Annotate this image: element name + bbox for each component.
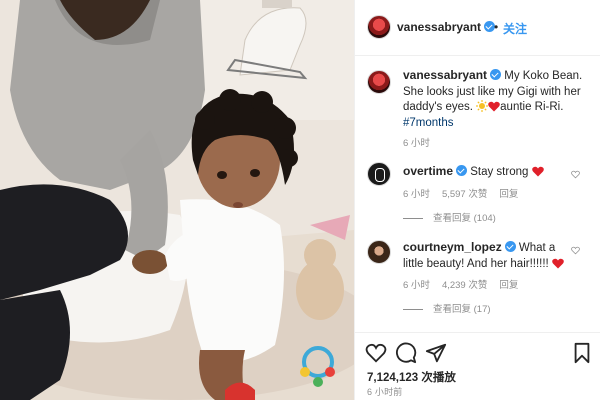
view-replies-label[interactable]: 查看回复 (17) [433,304,491,315]
verified-badge-icon [490,69,502,80]
verified-badge-icon [456,165,468,176]
comment-time: 6 小时 [403,280,430,291]
caption-hashtag[interactable]: #7months [403,117,454,129]
caption-body-2: auntie Ri-Ri. [500,101,564,113]
bookmark-icon[interactable] [571,342,593,364]
reply-button[interactable]: 回复 [499,189,518,200]
commenter-username-text[interactable]: overtime [403,164,453,178]
author-avatar[interactable] [367,15,391,39]
share-icon[interactable] [425,342,447,364]
comment-meta: 6 小时 5,597 次赞 回复 [403,186,530,200]
view-replies-button[interactable]: 查看回复 (104) [403,210,496,224]
comment-meta: 6 小时 4,239 次赞 回复 [403,277,530,291]
caption-avatar[interactable] [367,70,391,94]
author-username[interactable]: vanessabryant [397,20,496,34]
video-frame-illustration [0,0,354,400]
follow-button[interactable]: 关注 [503,20,527,37]
comment-time: 6 小时 [403,189,430,200]
author-username-text[interactable]: vanessabryant [397,20,481,34]
heart-icon[interactable] [365,342,387,364]
post-timestamp: 6 小时前 [367,387,403,397]
reply-button[interactable]: 回复 [499,280,518,291]
comment-likes[interactable]: 5,597 次赞 [442,189,487,200]
caption-username-text[interactable]: vanessabryant [403,68,487,82]
comment-body: Stay strong [467,166,532,178]
comment-like-icon[interactable] [571,246,580,255]
replies-divider [403,308,423,310]
comment-like-icon[interactable] [571,170,580,179]
commenter-avatar[interactable] [367,162,391,186]
header-separator: • [494,20,499,34]
caption-text: vanessabryant My Koko Bean. She looks ju… [403,68,593,131]
commenter-username[interactable]: courtneym_lopez [403,240,516,254]
post-side-panel: vanessabryant • 关注 vanessabryant My Koko… [354,0,600,400]
red-heart-emoji [552,258,564,268]
verified-badge-icon [504,241,516,252]
commenter-username-text[interactable]: courtneym_lopez [403,240,502,254]
commenter-avatar[interactable] [367,240,391,264]
view-replies-button[interactable]: 查看回复 (17) [403,301,491,315]
comment-icon[interactable] [395,342,417,364]
comment-likes[interactable]: 4,239 次赞 [442,280,487,291]
caption-time: 6 小时 [403,138,430,149]
comment-text: courtneym_lopez What a little beauty! An… [403,240,573,272]
replies-divider [403,217,423,219]
red-heart-emoji [488,101,500,112]
sun-emoji [476,100,489,112]
view-replies-label[interactable]: 查看回复 (104) [433,213,496,224]
view-count[interactable]: 7,124,123 次播放 [367,369,456,385]
post-header: vanessabryant • 关注 [355,0,600,56]
commenter-username[interactable]: overtime [403,164,468,178]
post-video[interactable] [0,0,354,400]
red-heart-emoji [531,166,544,177]
post-actions: 7,124,123 次播放 6 小时前 [355,332,600,400]
comment-text: overtime Stay strong [403,164,573,181]
caption-username[interactable]: vanessabryant [403,68,502,82]
